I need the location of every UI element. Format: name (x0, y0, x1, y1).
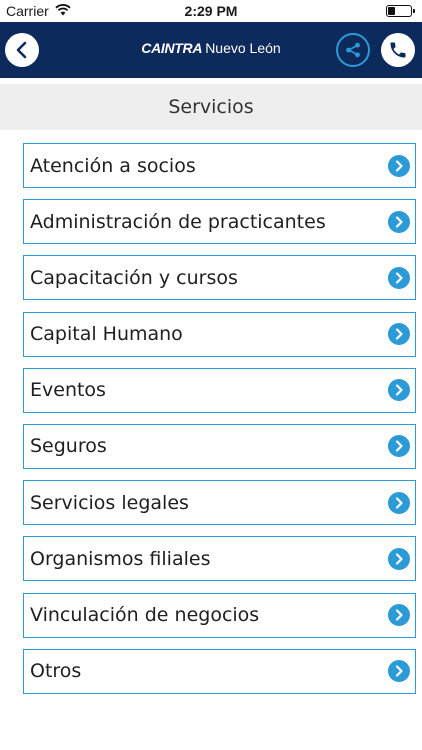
list-item-label: Capacitación y cursos (30, 266, 238, 289)
phone-button[interactable] (381, 33, 415, 67)
battery-icon (386, 5, 415, 17)
page-title: Servicios (0, 84, 422, 130)
list-item-label: Seguros (30, 435, 107, 458)
chevron-right-icon (388, 210, 410, 233)
list-item[interactable]: Capital Humano (23, 311, 416, 357)
chevron-right-icon (388, 154, 410, 177)
list-item[interactable]: Vinculación de negocios (23, 592, 416, 638)
chevron-right-icon (388, 266, 410, 289)
list-item-label: Organismos filiales (30, 547, 211, 570)
list-item[interactable]: Seguros (23, 423, 416, 469)
list-item-label: Atención a socios (30, 154, 196, 177)
chevron-right-icon (388, 491, 410, 514)
list-item-label: Capital Humano (30, 323, 183, 346)
chevron-right-icon (388, 379, 410, 402)
navbar: CAINTRA Nuevo León (0, 22, 422, 78)
list-item-label: Vinculación de negocios (30, 604, 260, 626)
list-item-label: Servicios legales (30, 491, 189, 514)
list-item[interactable]: Administración de practicantes (23, 199, 416, 245)
status-bar: Carrier 2:29 PM (0, 0, 422, 22)
services-list: Atención a socios Administración de pract… (23, 143, 416, 705)
brand-sub: Nuevo León (205, 40, 281, 56)
share-button[interactable] (336, 33, 370, 67)
list-item[interactable]: Atención a socios (23, 143, 416, 188)
list-item[interactable]: Eventos (23, 367, 416, 413)
share-icon (346, 42, 360, 58)
chevron-right-icon (388, 323, 410, 346)
list-item[interactable]: Otros (23, 648, 416, 694)
list-item-label: Otros (30, 660, 82, 683)
status-time: 2:29 PM (184, 3, 238, 19)
phone-icon (390, 42, 406, 58)
chevron-right-icon (388, 604, 410, 626)
battery-fill (388, 7, 396, 15)
list-item-label: Eventos (30, 379, 106, 402)
list-item[interactable]: Organismos filiales (23, 536, 416, 582)
status-right (386, 5, 415, 17)
chevron-right-icon (388, 660, 410, 683)
chevron-right-icon (388, 547, 410, 570)
brand-main: CAINTRA (141, 40, 203, 56)
list-item-label: Administración de practicantes (30, 210, 326, 233)
list-item[interactable]: Servicios legales (23, 480, 416, 526)
list-item[interactable]: Capacitación y cursos (23, 255, 416, 301)
chevron-right-icon (388, 435, 410, 458)
